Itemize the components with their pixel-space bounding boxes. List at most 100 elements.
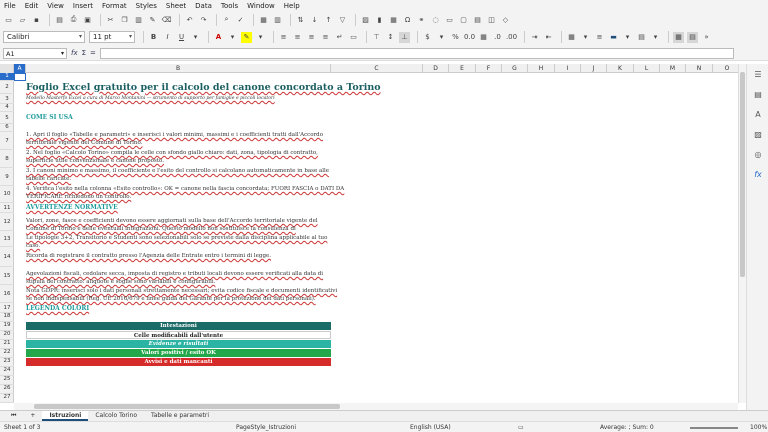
- menu-view[interactable]: View: [47, 2, 64, 10]
- column-header[interactable]: E: [449, 64, 476, 73]
- font-color-icon[interactable]: A: [213, 32, 224, 43]
- row-header[interactable]: 15: [0, 267, 14, 285]
- row-header[interactable]: 21: [0, 340, 14, 349]
- row-header[interactable]: 22: [0, 349, 14, 358]
- sort-icon[interactable]: ⇅: [295, 14, 306, 25]
- column-header[interactable]: L: [634, 64, 660, 73]
- more-options-icon[interactable]: »: [701, 32, 712, 43]
- tab-tabelle-parametri[interactable]: Tabelle e parametri: [144, 411, 216, 421]
- menu-styles[interactable]: Styles: [136, 2, 157, 10]
- redo-icon[interactable]: ↷: [198, 14, 209, 25]
- column-header[interactable]: H: [528, 64, 555, 73]
- delete-decimal-button[interactable]: .00: [506, 32, 517, 43]
- special-character-icon[interactable]: Ω: [402, 14, 413, 25]
- language-indicator[interactable]: English (USA): [410, 424, 451, 431]
- formula-input[interactable]: [99, 47, 734, 59]
- print-preview-icon[interactable]: ▣: [82, 14, 93, 25]
- chevron-down-icon[interactable]: ▾: [436, 32, 447, 43]
- comment-icon[interactable]: ◌: [430, 14, 441, 25]
- row-header[interactable]: 8: [0, 150, 14, 168]
- export-pdf-icon[interactable]: ▤: [54, 14, 65, 25]
- column-header[interactable]: C: [331, 64, 423, 73]
- column-header[interactable]: I: [555, 64, 581, 73]
- properties-icon[interactable]: ▤: [747, 84, 768, 104]
- vertical-scrollbar[interactable]: [738, 64, 746, 403]
- chevron-down-icon[interactable]: ▾: [129, 33, 132, 40]
- sort-ascending-icon[interactable]: ↓: [309, 14, 320, 25]
- clone-formatting-icon[interactable]: ✎: [147, 14, 158, 25]
- styles-icon[interactable]: A: [747, 104, 768, 124]
- date-format-icon[interactable]: ▦: [478, 32, 489, 43]
- spreadsheet-grid[interactable]: Foglio Excel gratuito per il calcolo del…: [14, 73, 738, 403]
- row-header[interactable]: 25: [0, 376, 14, 385]
- menu-format[interactable]: Format: [102, 2, 127, 10]
- navigator-icon[interactable]: ◎: [747, 144, 768, 164]
- decrease-indent-icon[interactable]: ⇤: [543, 32, 554, 43]
- menu-insert[interactable]: Insert: [73, 2, 93, 10]
- chevron-down-icon[interactable]: ▾: [79, 33, 82, 40]
- name-box[interactable]: A1 ▾: [3, 47, 67, 59]
- insert-chart-icon[interactable]: ▮: [374, 14, 385, 25]
- row-header[interactable]: 24: [0, 367, 14, 376]
- font-name-box[interactable]: Calibri ▾: [3, 31, 85, 43]
- zoom-slider[interactable]: [690, 427, 738, 429]
- page-style[interactable]: PageStyle_Istruzioni: [236, 424, 296, 431]
- cut-icon[interactable]: ✂: [105, 14, 116, 25]
- justify-icon[interactable]: ≡: [320, 32, 331, 43]
- gridlines-icon[interactable]: ▦: [673, 31, 684, 43]
- add-sheet-icon[interactable]: +: [23, 411, 42, 421]
- column-header[interactable]: D: [423, 64, 449, 73]
- show-grid-icon[interactable]: ▤: [687, 31, 698, 43]
- row-header[interactable]: 19: [0, 322, 14, 331]
- chevron-down-icon[interactable]: ▾: [61, 49, 64, 59]
- wrap-text-icon[interactable]: ↵: [334, 32, 345, 43]
- chevron-down-icon[interactable]: ▾: [190, 32, 201, 43]
- open-icon[interactable]: ▱: [17, 14, 28, 25]
- row-header[interactable]: 6: [0, 124, 14, 132]
- split-window-icon[interactable]: ◫: [486, 14, 497, 25]
- row-header[interactable]: 5: [0, 112, 14, 124]
- column-header[interactable]: J: [581, 64, 607, 73]
- italic-button[interactable]: I: [162, 32, 173, 43]
- insert-image-icon[interactable]: ▨: [360, 14, 371, 25]
- menu-data[interactable]: Data: [195, 2, 212, 10]
- column-header[interactable]: F: [476, 64, 502, 73]
- chevron-down-icon[interactable]: ▾: [580, 32, 591, 43]
- headers-footers-icon[interactable]: ▭: [444, 14, 455, 25]
- tab-calcolo-torino[interactable]: Calcolo Torino: [88, 411, 144, 421]
- selection-statistics[interactable]: Average: ; Sum: 0: [600, 424, 654, 431]
- column-header[interactable]: G: [502, 64, 528, 73]
- merge-center-icon[interactable]: ▭: [348, 32, 359, 43]
- row-header[interactable]: 14: [0, 247, 14, 267]
- align-middle-icon[interactable]: ↕: [385, 32, 396, 43]
- column-header[interactable]: K: [607, 64, 634, 73]
- row-header[interactable]: 20: [0, 331, 14, 340]
- menu-icon[interactable]: ☰: [747, 64, 768, 84]
- add-decimal-button[interactable]: .0: [492, 32, 503, 43]
- find-replace-icon[interactable]: ⌕: [221, 14, 232, 25]
- border-style-icon[interactable]: ≡: [594, 32, 605, 43]
- row-header[interactable]: 7: [0, 132, 14, 150]
- formula-icon[interactable]: =: [90, 49, 96, 57]
- row-header[interactable]: 23: [0, 358, 14, 367]
- chevron-down-icon[interactable]: ▾: [622, 32, 633, 43]
- align-bottom-icon[interactable]: ⊥: [399, 31, 410, 43]
- scrollbar-thumb[interactable]: [34, 404, 340, 409]
- pivot-table-icon[interactable]: ▦: [388, 14, 399, 25]
- underline-button[interactable]: U: [176, 32, 187, 43]
- column-header[interactable]: M: [660, 64, 686, 73]
- column-header[interactable]: A: [14, 64, 26, 73]
- first-sheet-icon[interactable]: ⏮: [4, 411, 23, 421]
- function-wizard-icon[interactable]: fx: [71, 49, 78, 57]
- chevron-down-icon[interactable]: ▾: [227, 32, 238, 43]
- row-header[interactable]: 16: [0, 285, 14, 303]
- hyperlink-icon[interactable]: ⚭: [416, 14, 427, 25]
- functions-icon[interactable]: fx: [747, 164, 768, 184]
- borders-icon[interactable]: ▦: [566, 32, 577, 43]
- sort-descending-icon[interactable]: ↑: [323, 14, 334, 25]
- chevron-down-icon[interactable]: ▾: [650, 32, 661, 43]
- menu-edit[interactable]: Edit: [25, 2, 39, 10]
- spelling-icon[interactable]: ✓: [235, 14, 246, 25]
- save-icon[interactable]: ▪: [31, 14, 42, 25]
- freeze-panes-icon[interactable]: ▤: [472, 14, 483, 25]
